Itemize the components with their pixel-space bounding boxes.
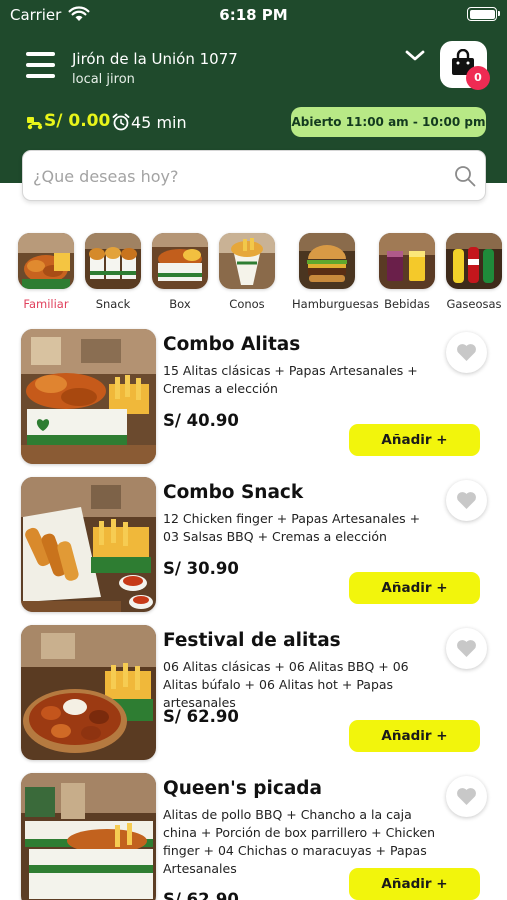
product-name: Festival de alitas xyxy=(163,630,341,651)
product-price: S/ 62.90 xyxy=(163,890,239,900)
category-label: Bebidas xyxy=(384,297,430,311)
product-image[interactable] xyxy=(21,773,156,900)
favorite-button[interactable] xyxy=(446,480,487,521)
add-to-cart-button[interactable]: Añadir + xyxy=(349,720,480,752)
category-label: Snack xyxy=(95,297,131,311)
alarm-clock-icon xyxy=(112,113,130,131)
category-box[interactable]: Box xyxy=(145,233,215,311)
category-label: Conos xyxy=(229,297,265,311)
delivery-moto-icon xyxy=(27,117,43,130)
product-price: S/ 62.90 xyxy=(163,707,239,726)
product-description: 06 Alitas clásicas + 06 Alitas BBQ + 06 … xyxy=(163,659,409,710)
category-image xyxy=(152,233,208,289)
product-description: 15 Alitas clásicas + Papas Artesanales +… xyxy=(163,363,418,396)
heart-icon xyxy=(457,640,476,657)
product-card: Combo Alitas 15 Alitas clásicas + Papas … xyxy=(0,329,507,469)
favorite-button[interactable] xyxy=(446,332,487,373)
product-card: Festival de alitas 06 Alitas clásicas + … xyxy=(0,625,507,765)
status-time: 6:18 PM xyxy=(219,6,288,24)
category-label: Box xyxy=(169,297,191,311)
category-image xyxy=(219,233,275,289)
category-bebidas[interactable]: Bebidas xyxy=(372,233,442,311)
category-conos[interactable]: Conos xyxy=(212,233,282,311)
favorite-button[interactable] xyxy=(446,628,487,669)
category-familiar[interactable]: Familiar xyxy=(11,233,81,311)
product-image[interactable] xyxy=(21,477,156,612)
product-price: S/ 30.90 xyxy=(163,559,239,578)
category-image xyxy=(18,233,74,289)
heart-icon xyxy=(457,344,476,361)
product-price: S/ 40.90 xyxy=(163,411,239,430)
add-to-cart-button[interactable]: Añadir + xyxy=(349,868,480,900)
category-image xyxy=(446,233,502,289)
category-image xyxy=(299,233,355,289)
category-gaseosas[interactable]: Gaseosas xyxy=(439,233,507,311)
status-bar: Carrier 6:18 PM xyxy=(0,0,507,30)
delivery-address[interactable]: Jirón de la Unión 1077 xyxy=(72,50,238,68)
heart-icon xyxy=(457,788,476,805)
product-image[interactable] xyxy=(21,625,156,760)
battery-icon xyxy=(467,7,500,21)
opening-hours-badge: Abierto 11:00 am - 10:00 pm xyxy=(291,107,486,137)
category-image xyxy=(85,233,141,289)
search-input[interactable] xyxy=(33,163,443,189)
chevron-down-icon[interactable] xyxy=(404,48,426,64)
product-image[interactable] xyxy=(21,329,156,464)
search-bar xyxy=(22,150,486,201)
delivery-fee: S/ 0.00 xyxy=(44,111,111,131)
category-snack[interactable]: Snack xyxy=(78,233,148,311)
add-to-cart-button[interactable]: Añadir + xyxy=(349,424,480,456)
category-image xyxy=(379,233,435,289)
favorite-button[interactable] xyxy=(446,776,487,817)
product-name: Queen's picada xyxy=(163,778,323,799)
product-card: Combo Snack 12 Chicken finger + Papas Ar… xyxy=(0,477,507,617)
store-name: local jiron xyxy=(72,72,135,87)
delivery-time: 45 min xyxy=(131,113,187,132)
category-label: Familiar xyxy=(23,297,69,311)
heart-icon xyxy=(457,492,476,509)
product-card: Queen's picada Alitas de pollo BBQ + Cha… xyxy=(0,773,507,900)
search-icon[interactable] xyxy=(453,164,477,188)
product-name: Combo Alitas xyxy=(163,334,301,355)
menu-button[interactable] xyxy=(26,52,56,78)
category-label: Gaseosas xyxy=(446,297,502,311)
product-description: 12 Chicken finger + Papas Artesanales + … xyxy=(163,511,421,544)
category-hamburguesas[interactable]: Hamburguesas xyxy=(292,233,379,311)
product-name: Combo Snack xyxy=(163,482,304,503)
cart-count-badge: 0 xyxy=(466,66,490,90)
add-to-cart-button[interactable]: Añadir + xyxy=(349,572,480,604)
category-label: Hamburguesas xyxy=(292,297,379,311)
